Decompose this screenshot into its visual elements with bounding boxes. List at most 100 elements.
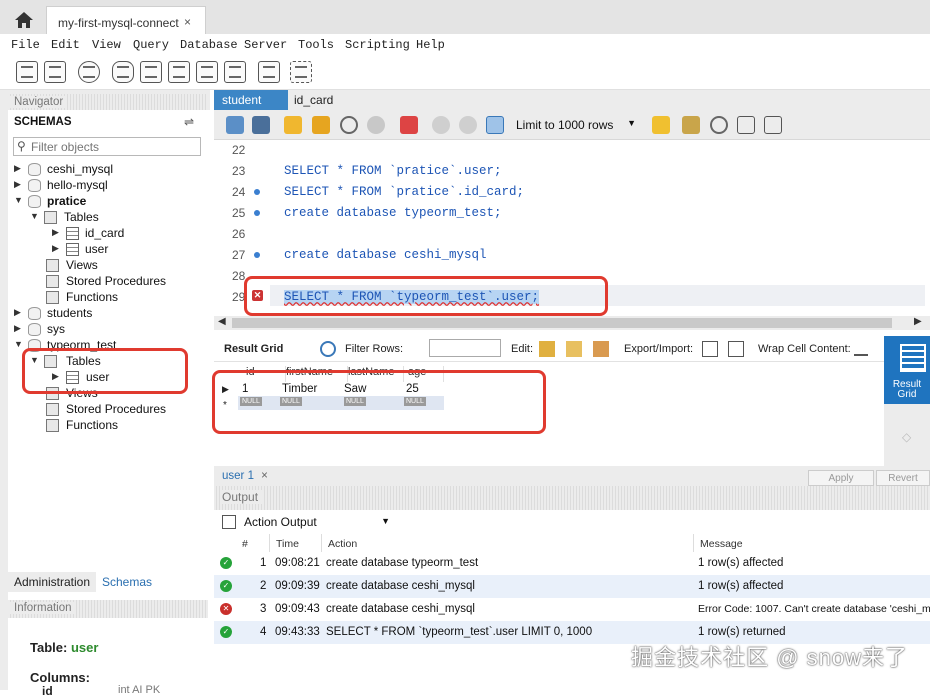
collapse-arrow-icon[interactable]: ▼ — [14, 339, 23, 349]
tree-procedures-folder[interactable]: Stored Procedures — [8, 402, 208, 418]
sql-editor[interactable]: 22 23 24 25 26 27 28 29 ✕ SELECT * FROM … — [214, 140, 930, 316]
create-function-icon[interactable] — [224, 61, 246, 83]
tree-table-user[interactable]: ▶ user — [8, 242, 208, 258]
home-button[interactable] — [6, 6, 42, 34]
collapse-arrow-icon[interactable]: ▼ — [14, 195, 23, 205]
beautify-icon[interactable] — [682, 116, 700, 134]
create-schema-icon[interactable] — [112, 61, 134, 83]
bookmark-star-icon[interactable] — [652, 116, 670, 134]
tree-views-folder[interactable]: Views — [8, 258, 208, 274]
menu-file[interactable]: File — [11, 38, 40, 52]
menu-query[interactable]: Query — [133, 38, 169, 52]
close-icon[interactable]: × — [184, 15, 191, 29]
import-icon[interactable] — [728, 341, 744, 357]
expand-arrow-icon[interactable]: ▶ — [52, 243, 59, 254]
word-wrap-icon[interactable] — [764, 116, 782, 134]
menu-server[interactable]: Server — [244, 38, 287, 52]
execute-icon[interactable] — [284, 116, 302, 134]
success-icon: ✓ — [220, 580, 232, 592]
scrollbar-thumb[interactable] — [232, 318, 892, 328]
filter-rows-input[interactable] — [429, 339, 501, 357]
refresh-grid-icon[interactable] — [320, 341, 336, 357]
commit-icon[interactable] — [432, 116, 450, 134]
rollback-icon[interactable] — [459, 116, 477, 134]
tree-table-id-card[interactable]: ▶ id_card — [8, 226, 208, 242]
collapse-arrow-icon[interactable]: ▼ — [30, 211, 39, 221]
stop-icon[interactable] — [367, 116, 385, 134]
scroll-left-icon[interactable]: ◀ — [218, 316, 226, 327]
tab-administration[interactable]: Administration — [8, 572, 96, 592]
menu-edit[interactable]: Edit — [51, 38, 80, 52]
output-toolbar: Action Output ▼ — [214, 510, 930, 534]
expand-arrow-icon[interactable]: ▶ — [14, 163, 21, 174]
open-sql-script-icon[interactable] — [44, 61, 66, 83]
menu-bar: File Edit View Query Database Server Too… — [0, 34, 930, 56]
tree-schema-students[interactable]: ▶ students — [8, 306, 208, 322]
editor-horizontal-scrollbar[interactable]: ◀ ▶ — [214, 316, 930, 330]
close-icon[interactable]: × — [261, 470, 268, 482]
connection-tab[interactable]: my-first-mysql-connect × — [46, 6, 206, 34]
scroll-chevron-icon[interactable]: ◇ — [902, 430, 911, 444]
code-line: SELECT * FROM `pratice`.id_card; — [284, 185, 525, 199]
menu-database[interactable]: Database — [180, 38, 238, 52]
tree-schema-pratice[interactable]: ▼ pratice — [8, 194, 208, 210]
apply-button[interactable]: Apply — [808, 470, 874, 486]
invisible-chars-icon[interactable] — [737, 116, 755, 134]
delete-row-icon[interactable] — [593, 341, 609, 357]
create-procedure-icon[interactable] — [196, 61, 218, 83]
filter-rows-label: Filter Rows: — [345, 343, 404, 355]
tree-schema-ceshi-mysql[interactable]: ▶ ceshi_mysql — [8, 162, 208, 178]
tab-user-1[interactable]: user 1 × — [222, 470, 268, 482]
copy-output-icon[interactable] — [222, 515, 236, 529]
autocommit-icon[interactable] — [486, 116, 504, 134]
code-line: create database ceshi_mysql — [284, 248, 487, 262]
edit-row-icon[interactable] — [539, 341, 555, 357]
output-type-select[interactable]: Action Output ▼ — [244, 514, 390, 532]
menu-view[interactable]: View — [92, 38, 121, 52]
expand-arrow-icon[interactable]: ▶ — [14, 179, 21, 190]
find-icon[interactable] — [710, 116, 728, 134]
menu-help[interactable]: Help — [416, 38, 445, 52]
open-file-icon[interactable] — [226, 116, 244, 134]
output-row[interactable]: ✓ 2 09:09:39 create database ceshi_mysql… — [214, 575, 930, 598]
create-table-icon[interactable] — [140, 61, 162, 83]
result-grid-label: Result Grid — [224, 343, 284, 355]
tab-id-card[interactable]: id_card — [288, 90, 362, 110]
connection-tab-strip: my-first-mysql-connect × — [0, 0, 930, 34]
toggle-error-icon[interactable] — [400, 116, 418, 134]
refresh-icon[interactable]: ⇌ — [184, 115, 194, 129]
export-icon[interactable] — [702, 341, 718, 357]
output-row[interactable]: ✕ 3 09:09:43 create database ceshi_mysql… — [214, 598, 930, 621]
menu-scripting[interactable]: Scripting — [345, 38, 410, 52]
insert-row-icon[interactable] — [566, 341, 582, 357]
tree-functions-folder[interactable]: Functions — [8, 290, 208, 306]
inspector-icon[interactable] — [78, 61, 100, 83]
statement-marker — [254, 189, 260, 195]
save-icon[interactable] — [252, 116, 270, 134]
tree-schema-sys[interactable]: ▶ sys — [8, 322, 208, 338]
new-sql-tab-icon[interactable] — [16, 61, 38, 83]
output-row[interactable]: ✓ 1 09:08:21 create database typeorm_tes… — [214, 552, 930, 575]
tab-student[interactable]: student — [214, 90, 288, 110]
search-table-data-icon[interactable] — [258, 61, 280, 83]
limit-rows-select[interactable]: Limit to 1000 rows ▼ — [516, 116, 638, 134]
expand-arrow-icon[interactable]: ▶ — [14, 307, 21, 318]
filter-objects-input[interactable] — [31, 139, 197, 154]
wrap-toggle-icon[interactable] — [854, 342, 868, 356]
menu-tools[interactable]: Tools — [298, 38, 334, 52]
reconnect-icon[interactable] — [290, 61, 312, 83]
tab-schemas[interactable]: Schemas — [96, 572, 156, 592]
expand-arrow-icon[interactable]: ▶ — [52, 227, 59, 238]
execute-statement-icon[interactable] — [312, 116, 330, 134]
create-view-icon[interactable] — [168, 61, 190, 83]
expand-arrow-icon[interactable]: ▶ — [14, 323, 21, 334]
result-grid-side-button[interactable]: Result Grid — [884, 336, 930, 404]
revert-button[interactable]: Revert — [876, 470, 930, 486]
tree-functions-folder[interactable]: Functions — [8, 418, 208, 434]
scroll-right-icon[interactable]: ▶ — [914, 316, 922, 327]
tree-procedures-folder[interactable]: Stored Procedures — [8, 274, 208, 290]
tree-tables-folder[interactable]: ▼ Tables — [8, 210, 208, 226]
filter-objects-field[interactable]: ⚲ — [13, 137, 201, 156]
tree-schema-hello-mysql[interactable]: ▶ hello-mysql — [8, 178, 208, 194]
explain-icon[interactable] — [340, 116, 358, 134]
